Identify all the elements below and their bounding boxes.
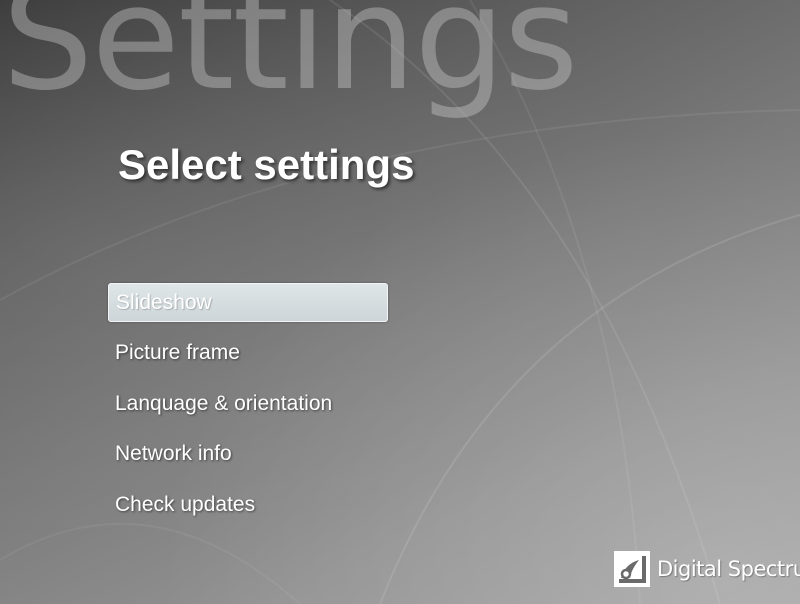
settings-watermark: Settings [2,0,579,122]
page-title: Select settings [118,141,415,188]
menu-item-picture-frame[interactable]: Picture frame [108,334,388,373]
settings-menu: Slideshow Picture frame Lanquage & orien… [108,283,388,536]
menu-item-check-updates[interactable]: Check updates [108,485,388,524]
menu-item-language-orientation[interactable]: Lanquage & orientation [108,384,388,423]
brand-name: Digital Spectrum [657,557,800,581]
brand-logo: Digital Spectrum [613,549,800,589]
menu-item-network-info[interactable]: Network info [108,435,388,474]
menu-item-slideshow[interactable]: Slideshow [108,283,388,322]
digital-spectrum-logo-icon [614,551,650,587]
